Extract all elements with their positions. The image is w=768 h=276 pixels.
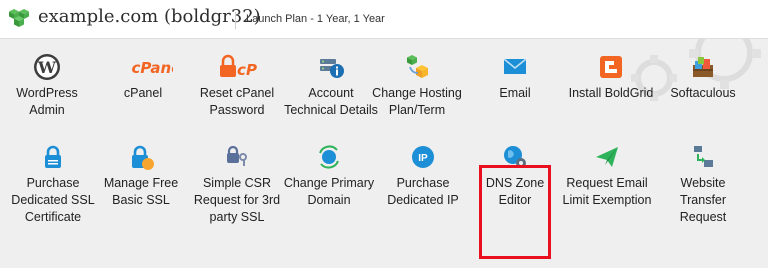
paper-plane-icon [596,147,618,167]
tile-wordpress-admin[interactable]: W WordPress Admin [0,53,94,119]
tile-label: Website Transfer Request [679,176,727,224]
tile-label: Change Primary Domain [283,176,375,207]
tile-label: Purchase Dedicated SSL Certificate [11,176,95,224]
transfer-icon [694,146,713,167]
tile-label: Account Technical Details [284,86,378,117]
header-divider [235,12,236,29]
tile-website-transfer-request[interactable]: Website Transfer Request [656,143,750,226]
globe-refresh-icon [319,145,339,169]
wordpress-icon: W [34,54,60,80]
tile-label: Purchase Dedicated IP [387,176,459,207]
tools-panel: W WordPress Admin cPanel cPanel cP Reset… [0,38,768,270]
tile-label: Softaculous [670,86,736,100]
lock-badge-icon [132,145,154,170]
tile-manage-free-basic-ssl[interactable]: Manage Free Basic SSL [94,143,188,209]
tile-reset-cpanel-password[interactable]: cP Reset cPanel Password [190,53,284,119]
cube-stack-icon [9,9,29,27]
tile-change-hosting-plan[interactable]: Change Hosting Plan/Term [370,53,464,119]
site-name: example.com (boldgr32) [38,6,261,27]
tile-label: Email [499,86,531,100]
footer-strip [0,268,768,276]
svg-text:W: W [37,58,57,77]
tile-email[interactable]: Email [468,53,562,102]
softaculous-icon [693,57,713,77]
tile-label: cPanel [123,86,163,100]
envelope-icon [503,58,527,74]
tile-simple-csr-request[interactable]: Simple CSR Request for 3rd party SSL [190,143,284,226]
tile-account-technical-details[interactable]: Account Technical Details [284,53,378,119]
svg-text:cP: cP [237,61,257,79]
tile-cpanel[interactable]: cPanel cPanel [96,53,190,102]
tile-change-primary-domain[interactable]: Change Primary Domain [282,143,376,209]
tile-label: WordPress Admin [16,86,78,117]
tile-label: Change Hosting Plan/Term [372,86,462,117]
tile-request-email-limit-exemption[interactable]: Request Email Limit Exemption [560,143,654,209]
tile-purchase-dedicated-ssl[interactable]: Purchase Dedicated SSL Certificate [6,143,100,226]
plan-label: Launch Plan - 1 Year, 1 Year [246,13,385,25]
account-header: example.com (boldgr32) Launch Plan - 1 Y… [0,0,768,38]
server-info-icon [320,59,344,78]
tile-label: Reset cPanel Password [199,86,275,117]
tile-label: Manage Free Basic SSL [103,176,179,207]
cpanel-logo-icon: cPanel [131,59,173,77]
highlight-box [479,165,551,259]
lock-icon [45,145,61,168]
tile-install-boldgrid[interactable]: Install BoldGrid [564,53,658,102]
lock-key-icon [227,145,247,166]
ip-icon: IP [412,146,434,168]
blocks-icon [407,55,428,78]
tile-label: Request Email Limit Exemption [562,176,652,207]
tile-purchase-dedicated-ip[interactable]: IP Purchase Dedicated IP [376,143,470,209]
tile-softaculous[interactable]: Softaculous [656,53,750,102]
svg-text:cPanel: cPanel [131,59,173,77]
tile-label: Simple CSR Request for 3rd party SSL [193,176,281,224]
lock-cp-icon: cP [220,54,257,79]
svg-text:IP: IP [418,153,428,164]
boldgrid-icon [600,56,622,78]
tile-label: Install BoldGrid [568,86,654,100]
